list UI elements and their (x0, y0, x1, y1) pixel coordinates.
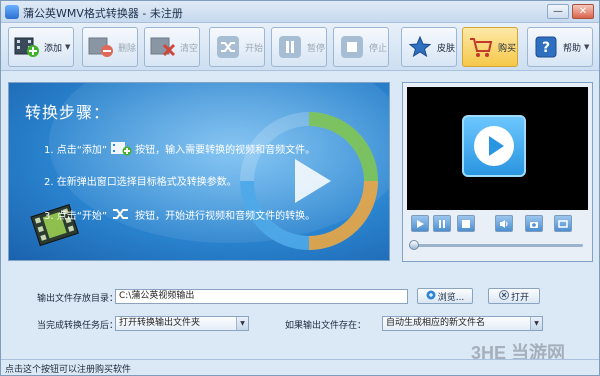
help-label: 帮助 (563, 43, 582, 54)
remove-file-icon (86, 32, 116, 62)
shuffle-convert-icon (110, 206, 132, 222)
video-screen[interactable] (407, 87, 588, 210)
stop-icon (462, 219, 470, 228)
help-button[interactable]: ? 帮助 ▼ (527, 27, 593, 67)
open-label: 打开 (510, 292, 529, 303)
pause-icon (275, 32, 305, 62)
step-2: 2. 在新弹出窗口选择目标格式及转换参数。 (44, 177, 237, 188)
seek-handle[interactable] (409, 240, 419, 250)
help-question-icon: ? (531, 32, 561, 62)
star-icon (405, 32, 435, 62)
file-exists-label: 如果输出文件存在： (285, 321, 367, 331)
after-complete-select[interactable]: 打开转换输出文件夹 ▼ (115, 316, 249, 331)
step-1-text-start: 1. 点击“添加” (44, 144, 108, 156)
file-exists-select[interactable]: 自动生成相应的新文件名 ▼ (382, 316, 543, 331)
stop-label: 停止 (369, 43, 388, 54)
status-text: 点击这个按钮可以注册购买软件 (5, 365, 132, 375)
player-pause-button[interactable] (433, 215, 451, 232)
camera-icon (530, 221, 538, 228)
title-bar: 蒲公英WMV格式转换器 - 未注册 — ✕ (1, 1, 599, 23)
chevron-down-icon: ▼ (236, 317, 248, 330)
clear-list-icon (148, 32, 178, 62)
pause-icon (439, 219, 445, 228)
snapshot-button[interactable] (525, 215, 543, 232)
chevron-down-icon: ▼ (530, 317, 542, 330)
browse-folder-icon (426, 290, 436, 303)
add-dropdown-arrow-icon[interactable]: ▼ (65, 43, 70, 51)
app-window: 蒲公英WMV格式转换器 - 未注册 — ✕ 添加 ▼ 删除 清空 开始 暂停 停… (0, 0, 600, 376)
fullscreen-button[interactable] (554, 215, 572, 232)
minimize-button[interactable]: — (547, 4, 569, 19)
play-button[interactable] (411, 215, 429, 232)
skin-button[interactable]: 皮肤 (401, 27, 457, 67)
steps-title: 转换步骤： (25, 103, 111, 122)
add-button[interactable]: 添加 ▼ (8, 27, 74, 67)
delete-label: 删除 (118, 43, 137, 54)
output-dir-label: 输出文件存放目录： (37, 294, 119, 304)
window-title: 蒲公英WMV格式转换器 - 未注册 (23, 7, 183, 20)
add-file-icon (110, 140, 132, 156)
open-folder-icon (498, 289, 509, 303)
volume-icon (500, 219, 508, 228)
toolbar: 添加 ▼ 删除 清空 开始 暂停 停止 皮肤 购买 ? 帮助 ▼ (1, 23, 599, 71)
play-overlay-icon[interactable] (462, 115, 526, 177)
buy-button[interactable]: 购买 (462, 27, 518, 67)
step-1-text-end: 按钮，输入需要转换的视频和音频文件。 (135, 144, 316, 156)
conversion-steps-banner: 转换步骤： 1. 点击“添加” 按钮，输入需要转换的视频和音频文件。 2. 在新… (8, 82, 390, 261)
seek-bar[interactable] (413, 244, 583, 247)
video-preview-panel (402, 82, 593, 262)
add-label: 添加 (44, 43, 63, 54)
output-settings: 输出文件存放目录： C:\蒲公英视频输出 浏览... 打开 当完成转换任务后： … (8, 275, 593, 341)
step-3-text-end: 按钮，开始进行视频和音频文件的转换。 (135, 210, 316, 222)
buy-label: 购买 (498, 43, 517, 54)
step-3-text-start: 3. 点击“开始” (44, 210, 108, 222)
app-icon (5, 5, 19, 19)
start-label: 开始 (245, 43, 264, 54)
play-icon (417, 219, 424, 228)
shopping-cart-icon (466, 32, 496, 62)
output-dir-field[interactable]: C:\蒲公英视频输出 (115, 289, 408, 304)
add-file-icon (12, 32, 42, 62)
browse-button[interactable]: 浏览... (417, 288, 473, 304)
close-button[interactable]: ✕ (572, 4, 594, 19)
volume-button[interactable] (495, 215, 513, 232)
delete-button[interactable]: 删除 (82, 27, 138, 67)
fullscreen-icon (558, 219, 568, 228)
stop-icon (337, 32, 367, 62)
shuffle-convert-icon (213, 32, 243, 62)
pause-button[interactable]: 暂停 (271, 27, 327, 67)
pause-label: 暂停 (307, 43, 326, 54)
after-complete-value: 打开转换输出文件夹 (119, 318, 201, 328)
clear-button[interactable]: 清空 (144, 27, 200, 67)
browse-label: 浏览... (437, 292, 465, 303)
after-complete-label: 当完成转换任务后： (37, 321, 119, 331)
skin-label: 皮肤 (437, 43, 456, 54)
file-exists-value: 自动生成相应的新文件名 (386, 318, 486, 328)
clear-label: 清空 (180, 43, 199, 54)
step-3: 3. 点击“开始” 按钮，开始进行视频和音频文件的转换。 (44, 206, 315, 222)
start-button[interactable]: 开始 (209, 27, 265, 67)
svg-text:?: ? (542, 40, 550, 56)
open-folder-button[interactable]: 打开 (488, 288, 540, 304)
step-1: 1. 点击“添加” 按钮，输入需要转换的视频和音频文件。 (44, 140, 315, 156)
player-stop-button[interactable] (457, 215, 475, 232)
stop-button[interactable]: 停止 (333, 27, 389, 67)
status-bar: 点击这个按钮可以注册购买软件 (1, 359, 599, 375)
help-dropdown-arrow-icon[interactable]: ▼ (584, 43, 589, 51)
